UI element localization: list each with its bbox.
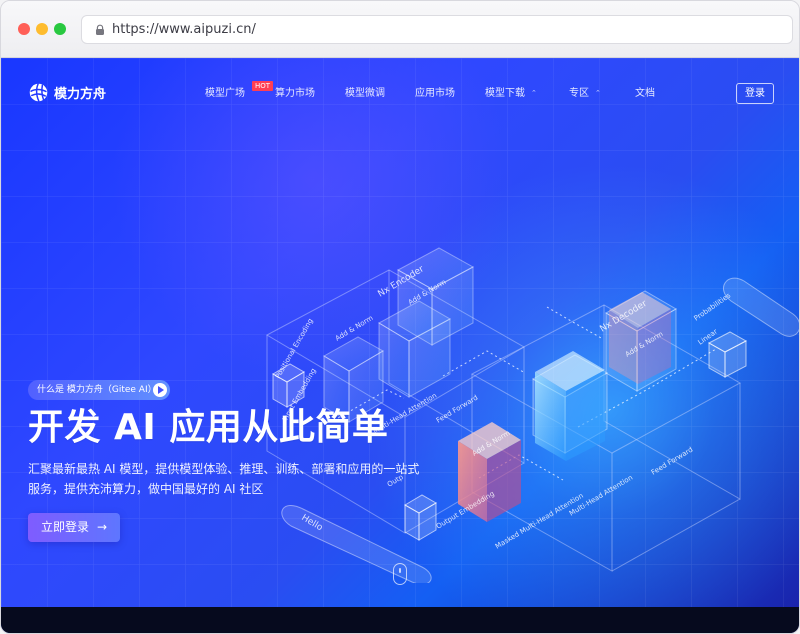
nav-model-download[interactable]: 模型下载 ⌃ (485, 86, 537, 102)
nav-zone[interactable]: 专区 ⌃ (569, 86, 601, 102)
cta-label: 立即登录 (40, 520, 89, 534)
hero-title: 开发 AI 应用从此简单 (28, 407, 389, 448)
top-navigation: 模型广场 HOT 算力市场 模型微调 应用市场 模型下载 ⌃ 专区 ⌃ 文档 (205, 81, 665, 106)
probabilities-label: Probabilities (693, 291, 733, 322)
transformer-diagram-illustration: Nx Encoder Nx Decoder Add & Norm Feed Fo… (265, 247, 799, 583)
arrow-right-icon: → (96, 520, 108, 534)
nav-label: 模型广场 (205, 88, 245, 99)
encoder-mid-add-norm: Add & Norm (334, 314, 375, 343)
scroll-mouse-icon[interactable] (393, 563, 407, 585)
top-login-button[interactable]: 登录 (736, 83, 774, 104)
nav-model-finetune[interactable]: 模型微调 (345, 86, 385, 102)
nav-label: 算力市场 (275, 88, 315, 99)
highlight-blocks (458, 292, 671, 522)
brand-logo[interactable]: 模力方舟 (28, 82, 106, 103)
chevron-down-icon: ⌃ (595, 89, 601, 97)
chevron-down-icon: ⌃ (531, 89, 537, 97)
browser-window: https://www.aipuzi.cn/ 模力方舟 模型广场 HOT 算力市… (0, 0, 800, 634)
bottom-dark-band (1, 607, 799, 633)
maximize-window-icon[interactable] (54, 23, 66, 35)
what-is-pill-button[interactable]: 什么是 模力方舟（Gitee AI） (28, 380, 170, 400)
address-bar[interactable]: https://www.aipuzi.cn/ (81, 15, 793, 44)
hero-page: 模力方舟 模型广场 HOT 算力市场 模型微调 应用市场 模型下载 ⌃ 专区 ⌃ (1, 58, 799, 633)
brand-name: 模力方舟 (54, 87, 107, 102)
address-url: https://www.aipuzi.cn/ (112, 22, 256, 37)
browser-toolbar: https://www.aipuzi.cn/ (1, 1, 799, 58)
play-icon (153, 383, 167, 397)
nav-label: 专区 (569, 88, 589, 99)
nav-docs[interactable]: 文档 (635, 86, 655, 102)
nav-model-square[interactable]: 模型广场 HOT (205, 81, 274, 102)
hero-login-button[interactable]: 立即登录 → (28, 513, 120, 542)
nav-label: 模型微调 (345, 88, 385, 99)
decoder-feed-forward: Feed Forward (650, 446, 694, 477)
pill-label: 什么是 模力方舟（Gitee AI） (37, 385, 157, 395)
nav-label: 文档 (635, 88, 655, 99)
nav-app-market[interactable]: 应用市场 (415, 86, 455, 102)
close-window-icon[interactable] (18, 23, 30, 35)
nav-label: 应用市场 (415, 88, 455, 99)
hero-subtitle: 汇聚最新最热 AI 模型，提供模型体验、推理、训练、部署和应用的一站式服务，提供… (28, 462, 420, 496)
minimize-window-icon[interactable] (36, 23, 48, 35)
hot-badge: HOT (252, 81, 274, 91)
nav-label: 模型下载 (485, 88, 525, 99)
nav-compute-market[interactable]: 算力市场 (275, 86, 315, 102)
lock-icon (96, 24, 104, 35)
globe-logo-icon (29, 83, 48, 102)
